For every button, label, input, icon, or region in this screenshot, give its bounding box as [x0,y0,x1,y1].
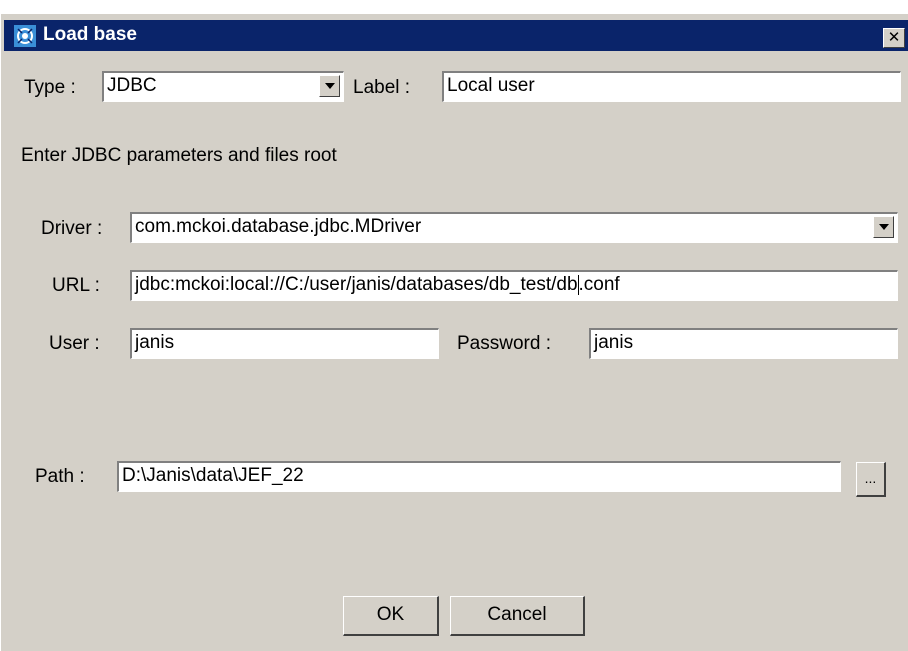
label-input[interactable]: Local user [442,71,901,102]
cancel-button[interactable]: Cancel [450,596,585,636]
path-input-value: D:\Janis\data\JEF_22 [122,465,304,486]
ok-button[interactable]: OK [343,596,439,636]
title-bar[interactable]: Load base ✕ [4,20,908,51]
close-icon: ✕ [887,29,901,46]
type-dropdown-button[interactable] [319,75,340,97]
type-label: Type : [24,77,76,98]
password-input[interactable]: janis [589,328,898,359]
password-input-value: janis [594,332,634,353]
url-input-value-end: .conf [578,274,620,295]
url-input[interactable]: jdbc:mckoi:local://C:/user/janis/databas… [130,270,898,301]
url-input-value-start: jdbc:mckoi:local://C:/user/janis/databas… [135,274,578,295]
password-label: Password : [457,333,551,354]
cancel-button-label: Cancel [487,604,547,625]
chevron-down-icon [879,224,889,230]
user-input[interactable]: janis [130,328,439,359]
close-button[interactable]: ✕ [883,28,905,48]
chevron-down-icon [325,83,335,89]
type-select-value: JDBC [107,75,157,96]
ok-button-label: OK [376,604,405,625]
driver-select[interactable]: com.mckoi.database.jdbc.MDriver [130,212,898,243]
driver-dropdown-button[interactable] [873,216,894,238]
user-input-value: janis [135,332,175,353]
browse-button-label: ... [864,470,877,486]
url-label: URL : [52,275,100,296]
driver-select-value: com.mckoi.database.jdbc.MDriver [135,216,422,237]
driver-label: Driver : [41,218,103,239]
instructions-text: Enter JDBC parameters and files root [21,145,337,166]
label-input-value: Local user [447,75,535,96]
label-label: Label : [353,77,411,98]
type-select[interactable]: JDBC [102,71,344,102]
app-icon [14,25,36,47]
window-title: Load base [43,24,137,45]
load-base-dialog: Load base ✕ Type : JDBC Label : Local us… [0,14,908,651]
user-label: User : [49,333,100,354]
path-label: Path : [35,466,85,487]
browse-button[interactable]: ... [856,462,886,497]
path-input[interactable]: D:\Janis\data\JEF_22 [117,461,841,492]
